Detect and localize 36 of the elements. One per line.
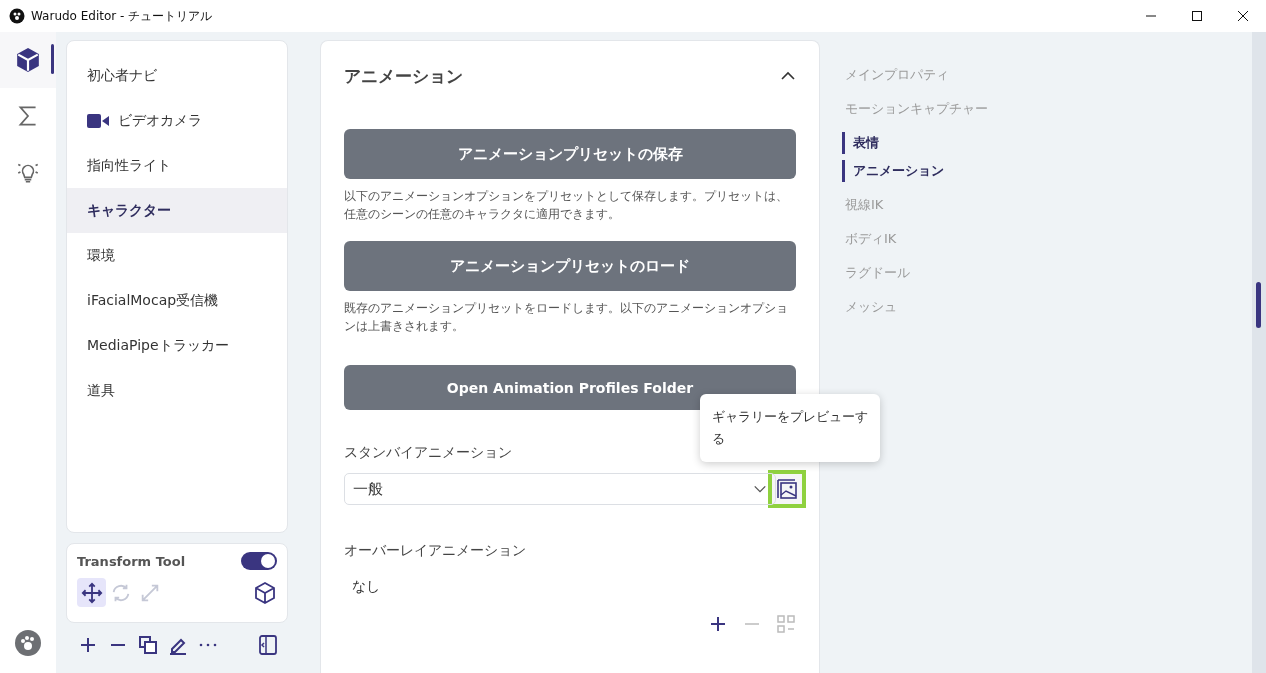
- add-icon[interactable]: [78, 635, 98, 655]
- window-title: Warudo Editor - チュートリアル: [31, 7, 213, 25]
- action-button[interactable]: Open Animation Profiles Folder: [344, 365, 796, 410]
- panel-collapse-icon[interactable]: [258, 635, 278, 655]
- cube-icon: [15, 47, 41, 73]
- action-description: 既存のアニメーションプリセットをロードします。以下のアニメーションオプションは上書きされます。: [344, 300, 789, 335]
- standby-select[interactable]: 一般: [344, 473, 776, 505]
- sidebar-item[interactable]: ビデオカメラ: [67, 98, 287, 143]
- section-title: アニメーション: [344, 64, 463, 88]
- overlay-value: なし: [351, 577, 381, 596]
- move-tool-icon[interactable]: [77, 578, 106, 607]
- action-button[interactable]: アニメーションプリセットの保存: [344, 129, 796, 179]
- sidebar-item[interactable]: 環境: [67, 233, 287, 278]
- scrollbar-thumb[interactable]: [1256, 282, 1261, 328]
- sidebar-item[interactable]: キャラクター: [67, 188, 287, 233]
- paw-avatar-icon[interactable]: [14, 629, 42, 657]
- action-description: 以下のアニメーションオプションをプリセットとして保存します。プリセットは、任意のシーンの任意のキャラクタに適用できます。: [344, 188, 789, 223]
- transform-tool-label: Transform Tool: [77, 553, 186, 569]
- video-camera-icon: [87, 112, 109, 129]
- gallery-preview-button[interactable]: [768, 470, 806, 508]
- field-label: オーバーレイアニメーション: [344, 542, 526, 560]
- rail-tab[interactable]: [0, 32, 56, 88]
- gallery-image-icon: [775, 477, 799, 501]
- cube-outline-icon[interactable]: [253, 580, 277, 605]
- action-button[interactable]: アニメーションプリセットのロード: [344, 241, 796, 291]
- duplicate-icon[interactable]: [138, 635, 158, 655]
- sidebar-item[interactable]: 指向性ライト: [67, 143, 287, 188]
- sidebar-item[interactable]: 道具: [67, 368, 287, 413]
- sidebar-item[interactable]: MediaPipeトラッカー: [67, 323, 287, 368]
- add-icon[interactable]: [708, 614, 728, 634]
- toggle-switch[interactable]: [241, 552, 277, 570]
- sidebar-item[interactable]: iFacialMocap受信機: [67, 278, 287, 323]
- tooltip: ギャラリーをプレビューする: [700, 394, 880, 462]
- field-label: スタンバイアニメーション: [344, 444, 512, 462]
- sidebar-item[interactable]: 初心者ナビ: [67, 53, 287, 98]
- app-logo-icon: [9, 8, 25, 24]
